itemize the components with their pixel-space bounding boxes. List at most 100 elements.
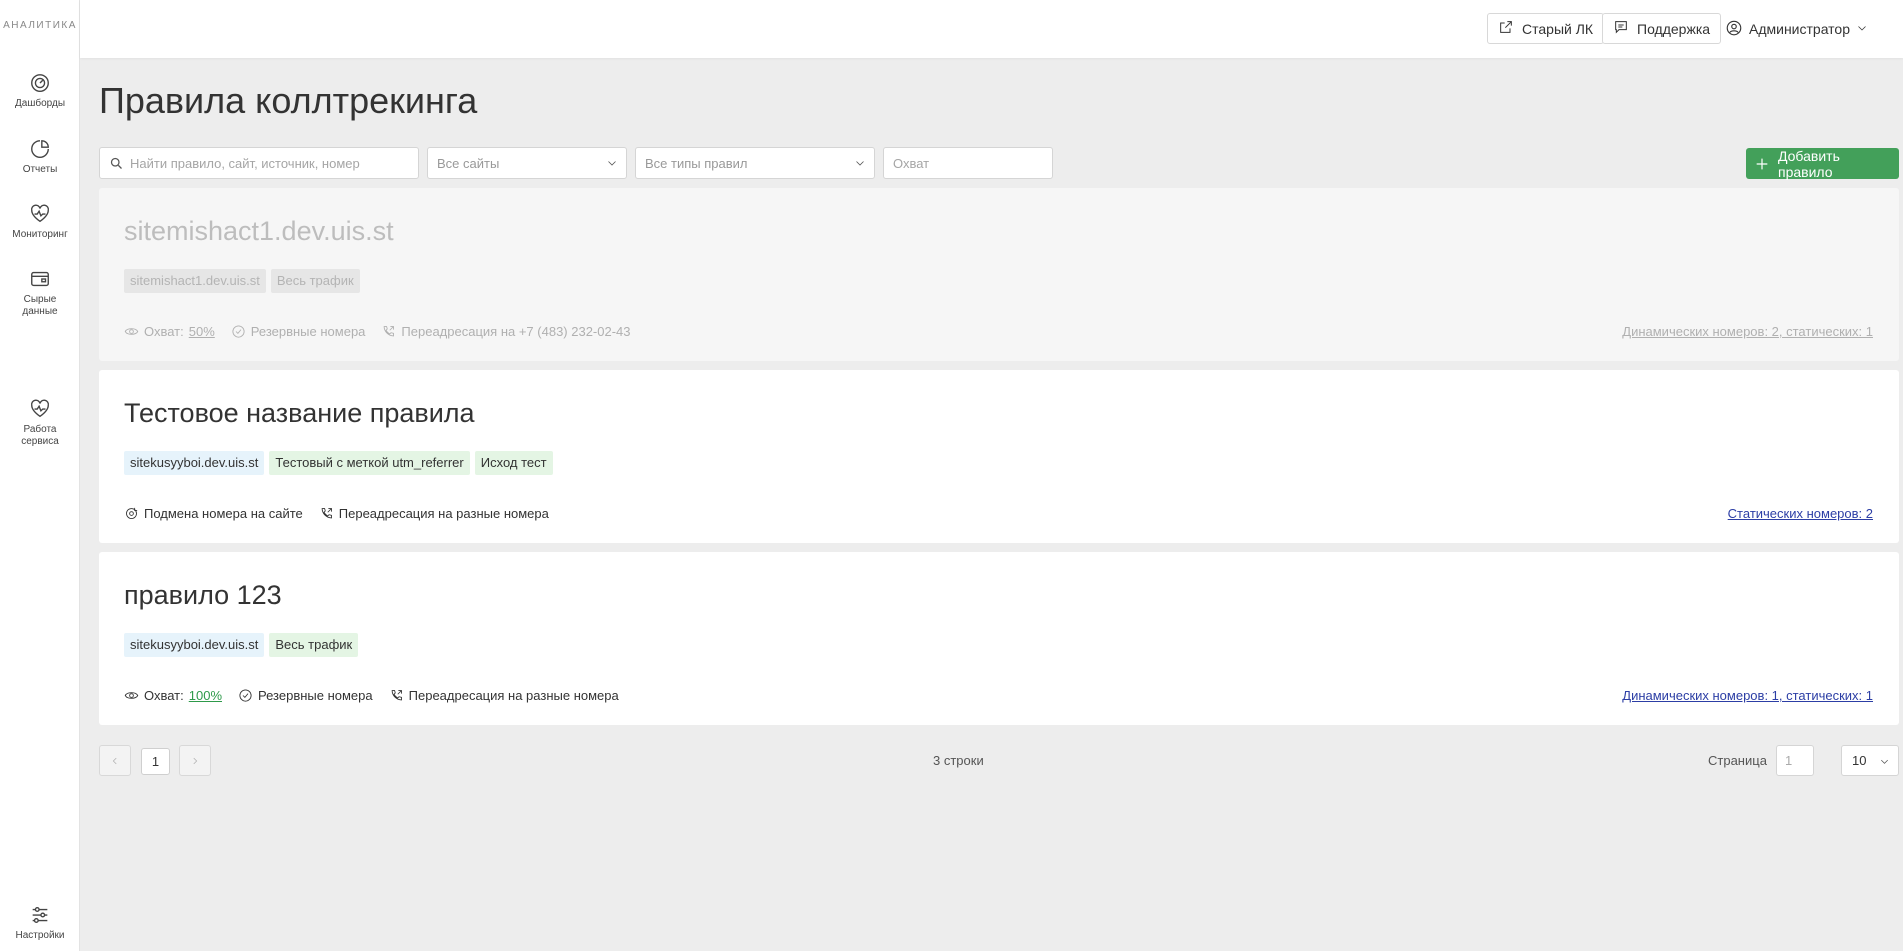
sidebar-item-monitoring[interactable]: Мониторинг (0, 203, 80, 241)
reserve-numbers-label: Резервные номера (258, 688, 373, 703)
forwarding-label: Переадресация на +7 (483) 232-02-43 (401, 324, 631, 339)
phone-forward-icon (381, 324, 396, 339)
next-page-button[interactable] (179, 745, 211, 776)
rule-tags: sitemishact1.dev.uis.st Весь трафик (124, 269, 360, 293)
user-name: Администратор (1749, 21, 1851, 37)
rule-tags: sitekusyyboi.dev.uis.st Тестовый с метко… (124, 451, 553, 475)
coverage-label: Охват: (144, 324, 184, 339)
target-icon (124, 506, 139, 521)
chevron-right-icon (190, 756, 200, 766)
coverage-info: Охват: 50% (124, 324, 215, 339)
rule-card[interactable]: sitemishact1.dev.uis.st sitemishact1.dev… (99, 188, 1899, 361)
support-label: Поддержка (1637, 20, 1711, 37)
rule-tags: sitekusyyboi.dev.uis.st Весь трафик (124, 633, 359, 657)
brand-logo: АНАЛИТИКА (3, 20, 77, 31)
source-tag: Весь трафик (269, 633, 359, 657)
rule-meta: Охват: 50% Резервные номера Переадресаци… (124, 324, 631, 339)
pie-chart-icon (29, 138, 51, 160)
sidebar-item-raw-data[interactable]: Сырые данные (0, 268, 80, 318)
wallet-icon (29, 268, 51, 290)
eye-icon (124, 688, 139, 703)
eye-icon (124, 324, 139, 339)
phone-forward-icon (389, 688, 404, 703)
dashboard-gauge-icon (29, 72, 51, 94)
source-tag: Весь трафик (270, 269, 360, 293)
rule-types-select-value: Все типы правил (645, 155, 748, 171)
search-input[interactable] (130, 155, 409, 171)
coverage-field[interactable] (883, 147, 1053, 179)
check-circle-icon (231, 324, 246, 339)
user-menu[interactable]: Администратор (1725, 15, 1868, 43)
search-icon (109, 156, 124, 171)
sidebar-item-reports[interactable]: Отчеты (0, 138, 80, 176)
substitution-info: Подмена номера на сайте (124, 506, 303, 521)
chevron-down-icon (1856, 21, 1868, 37)
forwarding-info: Переадресация на разные номера (319, 506, 549, 521)
chevron-down-icon (606, 157, 618, 169)
coverage-link[interactable]: 100% (189, 688, 222, 703)
rule-meta: Охват: 100% Резервные номера Переадресац… (124, 688, 619, 703)
forwarding-label: Переадресация на разные номера (408, 688, 619, 703)
search-field[interactable] (99, 147, 419, 179)
sidebar-item-label: Дашборды (15, 98, 65, 109)
chevron-left-icon (110, 756, 120, 766)
sidebar-item-service-work[interactable]: Работа сервиса (0, 398, 80, 448)
rule-name: Тестовое название правила (124, 398, 475, 428)
per-page-select[interactable]: 10 (1841, 745, 1899, 776)
external-link-icon (1498, 19, 1514, 38)
numbers-link[interactable]: Статических номеров: 2 (1728, 506, 1873, 521)
coverage-link[interactable]: 50% (189, 324, 215, 339)
phone-forward-icon (319, 506, 334, 521)
heart-pulse-icon (29, 203, 51, 225)
site-tag: sitekusyyboi.dev.uis.st (124, 633, 265, 657)
substitution-label: Подмена номера на сайте (144, 506, 303, 521)
heart-pulse-icon (29, 398, 51, 420)
rule-name: правило 123 (124, 580, 282, 610)
coverage-label: Охват: (144, 688, 184, 703)
forwarding-info: Переадресация на +7 (483) 232-02-43 (381, 324, 631, 339)
top-header: Старый ЛК Поддержка Администратор (80, 0, 1903, 58)
plus-icon (1754, 156, 1770, 172)
sidebar-item-label: Работа сервиса (21, 424, 59, 447)
sidebar-item-dashboards[interactable]: Дашборды (0, 72, 80, 110)
sites-select[interactable]: Все сайты (427, 147, 627, 179)
sliders-icon (29, 904, 51, 926)
page-number-button[interactable]: 1 (141, 748, 170, 775)
sidebar-item-label: Мониторинг (12, 229, 68, 240)
sites-select-value: Все сайты (437, 155, 500, 171)
source-tag: Исход тест (474, 451, 553, 475)
rule-name: sitemishact1.dev.uis.st (124, 216, 394, 246)
site-tag: sitekusyyboi.dev.uis.st (124, 451, 265, 475)
rule-card[interactable]: Тестовое название правила sitekusyyboi.d… (99, 370, 1899, 543)
sidebar-item-settings[interactable]: Настройки (0, 904, 80, 942)
rule-types-select[interactable]: Все типы правил (635, 147, 875, 179)
prev-page-button[interactable] (99, 745, 131, 776)
numbers-link[interactable]: Динамических номеров: 1, статических: 1 (1622, 688, 1873, 703)
support-button[interactable]: Поддержка (1602, 13, 1722, 44)
check-circle-icon (238, 688, 253, 703)
sidebar: АНАЛИТИКА Дашборды Отчеты Мониторинг Сыр… (0, 0, 80, 951)
forwarding-label: Переадресация на разные номера (338, 506, 549, 521)
coverage-input[interactable] (893, 155, 1043, 171)
sidebar-item-label: Сырые данные (22, 294, 58, 317)
forwarding-info: Переадресация на разные номера (389, 688, 619, 703)
page-title: Правила коллтрекинга (99, 80, 478, 121)
source-tag: Тестовый с меткой utm_referrer (269, 451, 470, 475)
reserve-numbers-info: Резервные номера (231, 324, 365, 339)
rule-card[interactable]: правило 123 sitekusyyboi.dev.uis.st Весь… (99, 552, 1899, 725)
user-avatar-icon (1725, 19, 1743, 40)
sidebar-item-label: Настройки (15, 930, 65, 941)
sidebar-item-label: Отчеты (22, 164, 58, 175)
rule-meta: Подмена номера на сайте Переадресация на… (124, 506, 549, 521)
add-rule-button[interactable]: Добавить правило (1746, 148, 1899, 180)
coverage-info: Охват: 100% (124, 688, 222, 703)
old-lk-label: Старый ЛК (1522, 20, 1594, 37)
per-page-value: 10 (1852, 753, 1867, 768)
numbers-link[interactable]: Динамических номеров: 2, статических: 1 (1622, 324, 1873, 339)
page-input-placeholder: 1 (1785, 753, 1793, 768)
page-input[interactable]: 1 (1776, 745, 1814, 776)
reserve-numbers-info: Резервные номера (238, 688, 373, 703)
old-lk-button[interactable]: Старый ЛК (1487, 13, 1605, 44)
site-tag: sitemishact1.dev.uis.st (124, 269, 266, 293)
message-icon (1613, 19, 1629, 38)
